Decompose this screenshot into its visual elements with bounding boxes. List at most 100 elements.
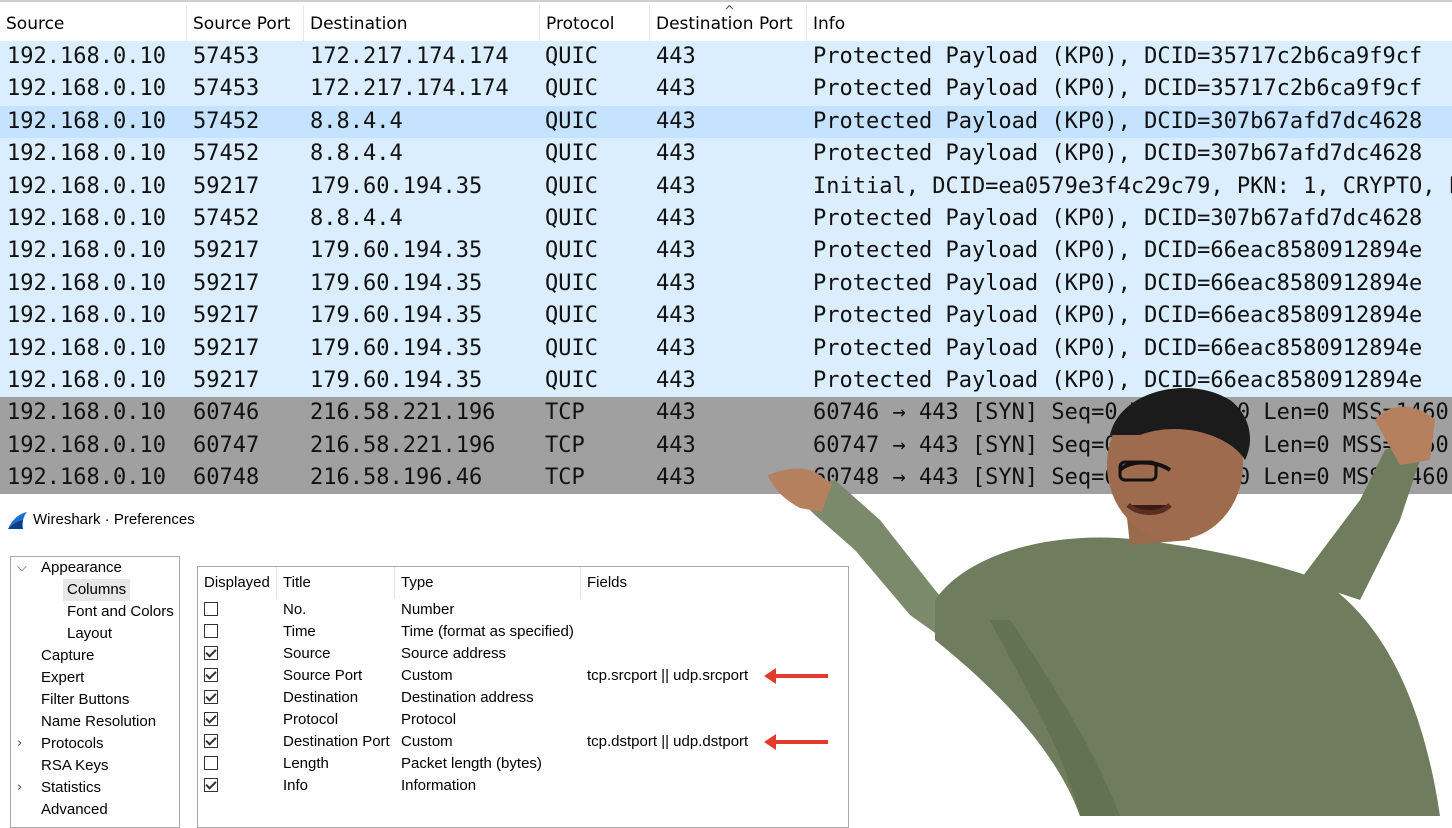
cell-info: Protected Payload (KP0), DCID=66eac85809… [813, 335, 1423, 361]
cell-destination: 179.60.194.35 [310, 173, 483, 199]
cell-source: 192.168.0.10 [7, 173, 166, 199]
displayed-checkbox[interactable] [204, 602, 218, 616]
displayed-checkbox[interactable] [204, 778, 218, 792]
cell-destination: 172.217.174.174 [310, 44, 509, 69]
column-header-protocol[interactable]: Protocol [540, 5, 650, 41]
cell-destination-port: 443 [656, 44, 696, 69]
cell-source-port: 60746 [193, 400, 260, 426]
chevron-right-icon[interactable]: › [17, 777, 22, 799]
column-title: No. [283, 601, 307, 618]
cell-source-port: 59217 [193, 270, 260, 296]
column-title: Source Port [283, 667, 363, 684]
tree-item-appearance[interactable]: Appearance [41, 557, 122, 579]
cell-destination: 179.60.194.35 [310, 303, 483, 329]
displayed-checkbox[interactable] [204, 624, 218, 638]
chevron-down-icon[interactable]: ⌵ [17, 557, 27, 579]
cell-source: 192.168.0.10 [7, 205, 166, 231]
tree-item-filter-buttons[interactable]: Filter Buttons [41, 689, 129, 711]
cell-destination: 8.8.4.4 [310, 141, 403, 167]
cell-protocol: QUIC [545, 173, 598, 199]
cell-protocol: QUIC [545, 44, 598, 69]
packet-row[interactable]: 192.168.0.10 59217 179.60.194.35 QUIC 443 Ini… [0, 170, 1452, 203]
cell-info: Protected Payload (KP0), DCID=307b67afd7… [813, 205, 1423, 231]
columns-table-row[interactable]: Source Port Custom tcp.srcport || udp.srcp… [198, 665, 848, 687]
cell-source-port: 59217 [193, 238, 260, 264]
displayed-checkbox[interactable] [204, 712, 218, 726]
wireshark-fin-icon [8, 512, 27, 529]
cell-source: 192.168.0.10 [7, 465, 166, 491]
column-type: Time (format as specified) [401, 623, 574, 640]
cell-source: 192.168.0.10 [7, 432, 166, 458]
tree-item-name-resolution[interactable]: Name Resolution [41, 711, 156, 733]
columns-table-row[interactable]: Time Time (format as specified) [198, 621, 848, 643]
cell-destination-port: 443 [656, 173, 696, 199]
cell-protocol: QUIC [545, 367, 598, 393]
column-header-info[interactable]: Info [807, 5, 1452, 41]
packet-row[interactable]: 192.168.0.10 57452 8.8.4.4 QUIC 443 Protected… [0, 138, 1452, 171]
cell-source: 192.168.0.10 [7, 367, 166, 393]
cell-info: Protected Payload (KP0), DCID=35717c2b6c… [813, 76, 1423, 102]
cell-destination: 179.60.194.35 [310, 367, 483, 393]
chevron-right-icon[interactable]: › [17, 733, 22, 755]
column-header-source[interactable]: Source [0, 5, 187, 41]
cell-destination-port: 443 [656, 303, 696, 329]
displayed-checkbox[interactable] [204, 668, 218, 682]
header-displayed[interactable]: Displayed [198, 567, 277, 599]
columns-table-row[interactable]: Info Information [198, 775, 848, 797]
packet-row[interactable]: 192.168.0.10 59217 179.60.194.35 QUIC 443 Pro… [0, 300, 1452, 333]
cell-protocol: TCP [545, 465, 585, 491]
displayed-checkbox[interactable] [204, 756, 218, 770]
column-header-destination[interactable]: Destination [304, 5, 540, 41]
tree-item-columns[interactable]: Columns [63, 579, 131, 601]
cell-source: 192.168.0.10 [7, 335, 166, 361]
tree-item-font-and-colors[interactable]: Font and Colors [67, 601, 174, 623]
tree-item-layout[interactable]: Layout [67, 623, 112, 645]
displayed-checkbox[interactable] [204, 646, 218, 660]
cell-source: 192.168.0.10 [7, 303, 166, 329]
cell-protocol: QUIC [545, 108, 598, 134]
columns-table-row[interactable]: Destination Port Custom tcp.dstport || udp… [198, 731, 848, 753]
column-header-source-port[interactable]: Source Port [187, 5, 304, 41]
packet-row[interactable]: 192.168.0.10 57452 8.8.4.4 QUIC 443 Protected… [0, 105, 1452, 139]
columns-table-row[interactable]: No. Number [198, 599, 848, 621]
columns-table-row[interactable]: Length Packet length (bytes) [198, 753, 848, 775]
columns-table[interactable]: Displayed Title Type Fields No. Number Tim… [197, 566, 849, 828]
tree-item-advanced[interactable]: Advanced [41, 799, 108, 821]
preferences-tree[interactable]: ⌵ Appearance Columns Font and Colors Layout C… [10, 556, 180, 828]
columns-table-row[interactable]: Protocol Protocol [198, 709, 848, 731]
tree-item-expert[interactable]: Expert [41, 667, 84, 689]
column-type: Custom [401, 733, 453, 750]
header-title[interactable]: Title [277, 567, 395, 599]
header-type[interactable]: Type [395, 567, 581, 599]
cell-destination-port: 443 [656, 141, 696, 167]
packet-row[interactable]: 192.168.0.10 57453 172.217.174.174 QUIC 443 P… [0, 73, 1452, 106]
packet-row[interactable]: 192.168.0.10 57453 172.217.174.174 QUIC 443 P… [0, 41, 1452, 74]
cell-info: Initial, DCID=ea0579e3f4c29c79, PKN: 1, … [813, 173, 1452, 199]
cell-destination-port: 443 [656, 270, 696, 296]
column-type: Number [401, 601, 455, 618]
packet-row[interactable]: 192.168.0.10 59217 179.60.194.35 QUIC 443 Pro… [0, 332, 1452, 365]
cell-destination: 8.8.4.4 [310, 108, 403, 134]
columns-table-row[interactable]: Destination Destination address [198, 687, 848, 709]
cell-source-port: 60747 [193, 432, 260, 458]
packet-row[interactable]: 192.168.0.10 59217 179.60.194.35 QUIC 443 Pro… [0, 267, 1452, 301]
window-title: Wireshark · Preferences [33, 511, 195, 528]
displayed-checkbox[interactable] [204, 734, 218, 748]
cell-protocol: QUIC [545, 141, 598, 167]
cell-destination: 179.60.194.35 [310, 238, 483, 264]
cell-info: Protected Payload (KP0), DCID=66eac85809… [813, 238, 1423, 264]
person-photo-overlay [768, 387, 1440, 816]
cell-info: Protected Payload (KP0), DCID=307b67afd7… [813, 108, 1423, 134]
displayed-checkbox[interactable] [204, 690, 218, 704]
packet-row[interactable]: 192.168.0.10 57452 8.8.4.4 QUIC 443 Protected… [0, 202, 1452, 236]
cell-destination-port: 443 [656, 335, 696, 361]
tree-item-rsa-keys[interactable]: RSA Keys [41, 755, 109, 777]
cell-source: 192.168.0.10 [7, 76, 166, 102]
tree-item-statistics[interactable]: Statistics [41, 777, 101, 799]
columns-table-row[interactable]: Source Source address [198, 643, 848, 665]
column-title: Protocol [283, 711, 339, 728]
cell-source: 192.168.0.10 [7, 238, 166, 264]
tree-item-capture[interactable]: Capture [41, 645, 94, 667]
packet-row[interactable]: 192.168.0.10 59217 179.60.194.35 QUIC 443 Pro… [0, 235, 1452, 268]
tree-item-protocols[interactable]: Protocols [41, 733, 104, 755]
